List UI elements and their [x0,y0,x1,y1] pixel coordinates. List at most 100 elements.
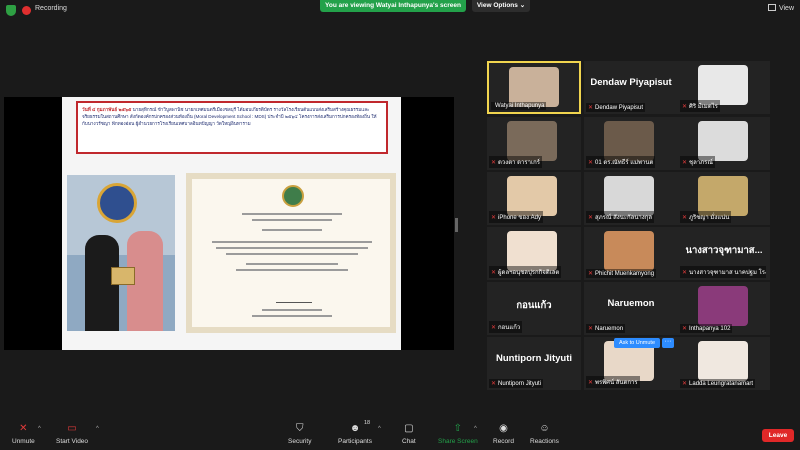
mic-muted-icon: ✕ [588,105,594,111]
participant-name: Ladda Leungratanamart [689,381,754,387]
participant-tile[interactable]: ✕ Ladda Leungratanamart [678,337,770,390]
participant-name-label: ✕ ชุลาภรณ์ [680,156,715,168]
participant-name-label: ✕ 01 ดร.ณัทธีร์ แม่พานต [586,156,656,168]
participant-tile[interactable]: ✕ 01 ดร.ณัทธีร์ แม่พานต [584,117,678,170]
participant-name-label: ✕ นางสาวจุฑามาส นาคปฐม โรง... [680,266,766,278]
participant-tile[interactable]: ✕ Inthapanya 102 [678,282,770,335]
record-icon: ◉ [499,423,508,434]
more-options-button[interactable]: ··· [662,338,674,348]
award-photo [67,175,175,331]
security-shield-icon [6,5,16,16]
mic-muted-icon: ✕ [682,160,688,166]
participant-tile[interactable]: Nuntiporn Jityuti ✕ Nuntiporn Jityuti [487,337,581,390]
participant-tile[interactable]: ✕ ภูริชญา มั่งแน่น [678,172,770,225]
share-screen-icon: ⇧ [453,423,463,434]
smiley-icon: ☺ [539,423,550,434]
participant-tile[interactable]: นางสาวจุฑามาส... ✕ นางสาวจุฑามาส นาคปฐม โร… [678,227,770,280]
participants-count: 18 [364,420,371,426]
participant-tile[interactable]: ✕ ดวงตา ดาราเกร์ [487,117,581,170]
chat-button[interactable]: ▢ Chat [402,423,416,446]
emblem-icon [282,185,304,207]
unmute-button[interactable]: ✕ Unmute [12,424,35,446]
participant-name: Inthapanya 102 [689,326,731,332]
participant-name-label: ✕ ศิริ มีเมตไร [680,100,720,112]
participant-display-name: Nuntiporn Jityuti [496,353,572,364]
participant-video [604,176,654,216]
participant-tile[interactable]: ✕ iPhone ของ Ady [487,172,581,225]
start-video-button[interactable]: ▭ Start Video [56,424,88,446]
participant-tile[interactable]: ✕ สุภรณ์ สังนะกัลนางกุล [584,172,678,225]
security-button[interactable]: ⛉ Security [288,423,311,446]
share-screen-button[interactable]: ⇧ Share Screen [438,423,478,446]
participant-display-name: กอนแก้ว [516,300,552,311]
leave-button[interactable]: Leave [762,429,794,442]
participant-name: พรพิศน์ สันตการ [595,380,638,386]
chat-label: Chat [402,438,416,445]
participant-name: Naruemon [595,326,624,332]
participant-video [698,176,748,216]
participant-display-name: นางสาวจุฑามาส... [685,245,763,256]
participant-name: ผู้ดลฯอนุชลปุรกกิจติเลต [498,270,560,276]
participant-name-label: ✕ Nuntiporn Jityuti [489,379,544,388]
mic-muted-icon: ✕ [491,325,497,331]
ask-to-unmute-button[interactable]: Ask to Unmute [614,338,660,348]
chevron-up-icon[interactable]: ^ [96,426,99,432]
participants-button[interactable]: ☻ Participants [338,424,372,446]
view-button[interactable]: View [767,4,794,12]
mic-muted-icon: ✕ [682,270,688,276]
mic-muted-icon: ✕ [588,215,594,221]
chevron-up-icon[interactable]: ^ [378,426,381,432]
mic-muted-icon: ✕ [588,380,594,386]
recording-icon [22,6,31,15]
participant-video [698,65,748,105]
participant-tile[interactable]: ✕ Phichit Muenkamyong [584,227,678,280]
participant-name: 01 ดร.ณัทธีร์ แม่พานต [595,160,654,166]
participant-name-label: ✕ Phichit Muenkamyong [586,269,657,278]
unmute-label: Unmute [12,438,35,445]
caption-date: วันที่ ๔ กุมภาพันธ์ ๒๕๖๕ [82,107,132,112]
participant-name: ภูริชญา มั่งแน่น [689,215,730,221]
participant-name: Watyai Inthapunya [495,103,545,109]
mic-muted-icon: ✕ [588,271,594,277]
participant-video [507,231,557,271]
participants-label: Participants [338,438,372,445]
chevron-up-icon[interactable]: ^ [474,426,477,432]
panel-resize-handle[interactable] [455,218,458,232]
chevron-up-icon[interactable]: ^ [38,426,41,432]
mic-muted-icon: ✕ [682,104,688,110]
participant-tile[interactable]: ✕ ผู้ดลฯอนุชลปุรกกิจติเลต [487,227,581,280]
participant-video [698,341,748,381]
grid-icon [767,4,776,11]
participant-video [698,121,748,161]
record-button[interactable]: ◉ Record [493,423,514,446]
participant-name: สุภรณ์ สังนะกัลนางกุล [595,215,653,221]
participant-name-label: ✕ กอนแก้ว [489,321,523,333]
shared-screen[interactable]: วันที่ ๔ กุมภาพันธ์ ๒๕๖๕ นายสุทิกรณ์ ข้า… [4,97,454,350]
participant-tile[interactable]: ✕ ชุลาภรณ์ [678,117,770,170]
certificate-frame-icon [111,267,135,285]
mic-muted-icon: ✕ [491,381,497,387]
participant-tile[interactable]: Naruemon ✕ Naruemon [584,282,678,335]
reactions-label: Reactions [530,438,559,445]
reactions-button[interactable]: ☺ Reactions [530,423,559,446]
participant-tile[interactable]: Watyai Inthapunya [487,61,581,114]
participant-tile[interactable]: กอนแก้ว ✕ กอนแก้ว [487,282,581,335]
participant-name-label: ✕ Ladda Leungratanamart [680,379,756,388]
view-label: View [778,5,794,12]
shield-icon: ⛉ [295,423,304,434]
meeting-toolbar: ✕ Unmute ^ ▭ Start Video ^ ⛉ Security ☻ … [0,418,800,450]
mic-muted-icon: ✕ [491,160,497,166]
participant-display-name: Dendaw Piyapisut [590,77,672,88]
participant-name: นางสาวจุฑามาส นาคปฐม โรง... [689,270,766,276]
mic-muted-icon: ✕ [588,326,594,332]
record-label: Record [493,438,514,445]
participant-tile[interactable]: Dendaw Piyapisut ✕ Dendaw Piyapisut [584,61,678,114]
participant-name-label: ✕ ดวงตา ดาราเกร์ [489,156,542,168]
view-options-button[interactable]: View Options ⌄ [472,0,530,12]
participant-tile[interactable]: ✕ ศิริ มีเมตไร [678,61,770,114]
participant-name: ศิริ มีเมตไร [689,104,718,110]
chat-bubble-icon: ▢ [404,423,414,434]
participant-name-label: ✕ iPhone ของ Ady [489,211,544,223]
participant-name: Phichit Muenkamyong [595,271,655,277]
signature-line [276,295,312,303]
